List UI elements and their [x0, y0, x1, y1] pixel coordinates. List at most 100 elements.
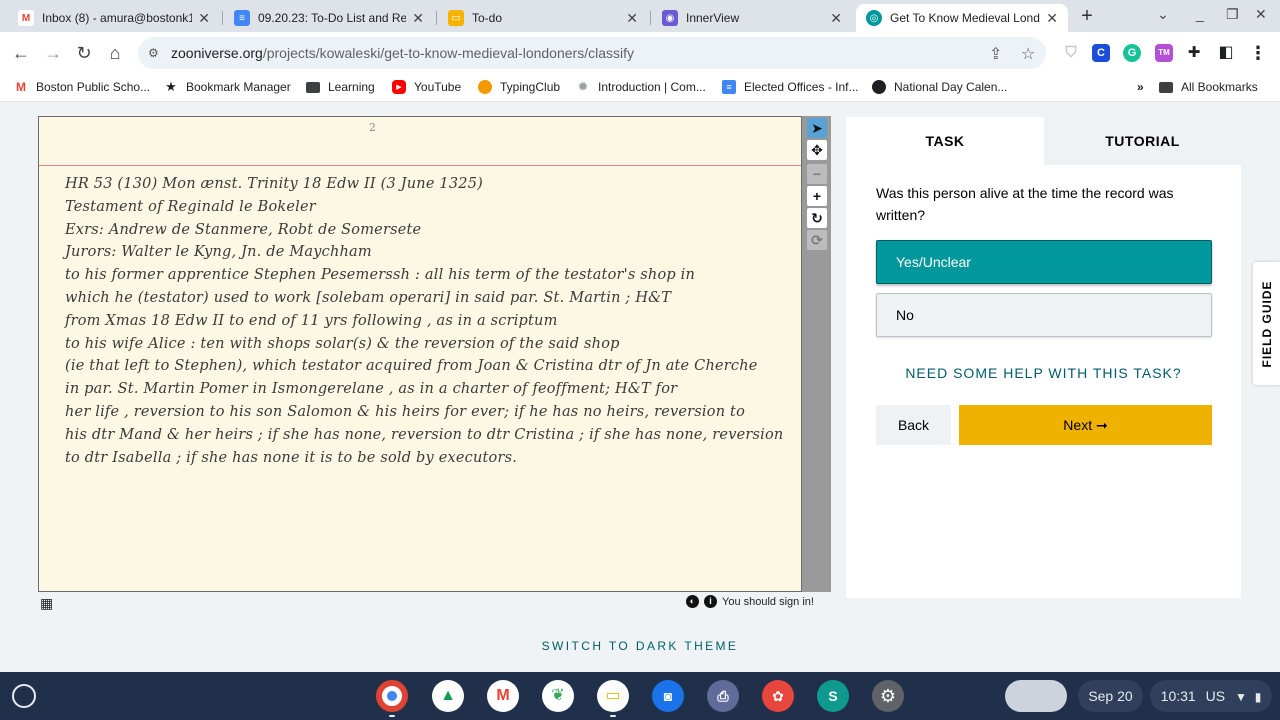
pan-tool-icon[interactable]: ✥ [807, 140, 827, 160]
home-icon[interactable]: ⌂ [103, 41, 127, 65]
handwritten-transcript: HR 53 (130) Mon ænst. Trinity 18 Edw II … [65, 173, 795, 469]
dark-theme-label[interactable]: SWITCH TO DARK THEME [542, 639, 739, 653]
bookmark-boston-public-schools[interactable]: M Boston Public Scho... [14, 80, 150, 94]
youtube-icon: ▶ [392, 80, 406, 94]
tray-date[interactable]: Sep 20 [1078, 680, 1143, 712]
minimize-icon[interactable]: _ [1196, 6, 1204, 22]
field-guide-label: FIELD GUIDE [1259, 279, 1274, 368]
google-drive-icon[interactable]: ▲ [432, 680, 464, 712]
settings-icon[interactable]: ⚙ [872, 680, 904, 712]
bookmarks-overflow-icon[interactable]: » [1137, 80, 1144, 94]
next-button[interactable]: Next ➞ [959, 405, 1212, 445]
tab-separator [222, 11, 223, 25]
rotate-icon[interactable]: ↻ [807, 208, 827, 228]
tab-todo-list-doc[interactable]: ≡ 09.20.23: To-Do List and Re ✕ [224, 4, 434, 32]
running-indicator [389, 715, 395, 717]
tab-to-do[interactable]: ▭ To-do ✕ [438, 4, 648, 32]
tab-innerview[interactable]: ◉ InnerView ✕ [652, 4, 852, 32]
site-info-icon[interactable]: ⚙ [148, 46, 162, 60]
tab-close-icon[interactable]: ✕ [1046, 10, 1058, 27]
url-text: zooniverse.org/projects/kowaleski/get-to… [171, 45, 634, 61]
typingclub-icon [478, 80, 492, 94]
camera-icon[interactable]: ◙ [652, 680, 684, 712]
status-tray[interactable]: 10:31 US ▼ ▮ [1150, 680, 1272, 712]
tm-extension-icon[interactable]: TM [1155, 44, 1173, 62]
side-panel-icon[interactable]: ◧ [1217, 44, 1235, 62]
printer-icon[interactable]: ⎙ [707, 680, 739, 712]
shield-extension-icon[interactable]: ⛉ [1062, 44, 1080, 62]
answer-no[interactable]: No [876, 293, 1212, 337]
new-tab-button[interactable]: + [1077, 6, 1097, 26]
tab-close-icon[interactable]: ✕ [198, 10, 210, 27]
info-icon[interactable]: i [704, 595, 717, 608]
gmail-icon[interactable]: M [487, 680, 519, 712]
task-help-link[interactable]: NEED SOME HELP WITH THIS TASK? [846, 365, 1241, 381]
bookmark-label: All Bookmarks [1181, 80, 1258, 94]
extensions-puzzle-icon[interactable]: ✚ [1185, 44, 1203, 62]
running-indicator [610, 715, 616, 717]
bookmark-typingclub[interactable]: TypingClub [478, 80, 560, 94]
task-tabs: TASK TUTORIAL [846, 117, 1241, 165]
battery-icon: ▮ [1254, 690, 1262, 704]
bookmark-bookmark-manager[interactable]: ★ Bookmark Manager [164, 79, 291, 94]
gmail-icon: M [14, 80, 28, 94]
pointer-tool-icon[interactable]: ➤ [807, 118, 827, 138]
bookmark-introduction[interactable]: ✹ Introduction | Com... [576, 79, 706, 94]
tab-separator [650, 11, 651, 25]
tab-search-icon[interactable]: ⌄ [1157, 6, 1169, 23]
subject-image[interactable]: 2 HR 53 (130) Mon ænst. Trinity 18 Edw I… [38, 116, 802, 592]
address-bar[interactable]: ⚙ zooniverse.org/projects/kowaleski/get-… [138, 37, 1046, 69]
slides-icon: ▭ [448, 10, 464, 26]
sign-in-notice[interactable]: ◐ i You should sign in! [686, 595, 814, 608]
close-window-icon[interactable]: ✕ [1255, 6, 1267, 23]
share-icon[interactable]: ⇪ [989, 44, 1002, 64]
tab-title: Get To Know Medieval Lond [890, 11, 1040, 25]
tab-close-icon[interactable]: ✕ [412, 10, 424, 27]
tab-title: Inbox (8) - amura@bostonk12 [42, 11, 193, 25]
contrast-icon[interactable]: ◐ [686, 595, 699, 608]
bookmark-star-icon[interactable]: ☆ [1021, 44, 1035, 64]
tab-title: To-do [472, 11, 503, 25]
palette-icon[interactable]: ✿ [762, 680, 794, 712]
bookmark-all-bookmarks[interactable]: All Bookmarks [1159, 80, 1258, 94]
back-icon[interactable]: ← [9, 41, 33, 65]
tab-tutorial[interactable]: TUTORIAL [1044, 117, 1241, 165]
url-host: zooniverse.org [171, 45, 263, 61]
tab-close-icon[interactable]: ✕ [626, 10, 638, 27]
google-slides-icon[interactable]: ▭ [597, 680, 629, 712]
sway-icon[interactable]: S [817, 680, 849, 712]
bookmark-label: National Day Calen... [894, 80, 1008, 94]
folder-icon [1159, 81, 1173, 93]
zoom-out-icon[interactable]: − [807, 164, 827, 184]
tab-gmail-inbox[interactable]: M Inbox (8) - amura@bostonk12 ✕ [8, 4, 220, 32]
transcript-line: to dtr Isabella ; if she has none it is … [65, 449, 518, 466]
bookmark-folder-learning[interactable]: Learning [306, 80, 375, 94]
holding-space-icon[interactable] [1005, 680, 1067, 712]
field-guide-button[interactable]: FIELD GUIDE [1253, 262, 1280, 385]
zoom-in-icon[interactable]: + [807, 186, 827, 206]
transcript-line: (ie that left to Stephen), which testato… [65, 358, 758, 375]
chrome-icon[interactable] [376, 680, 408, 712]
tab-medieval-londoners[interactable]: ◎ Get To Know Medieval Lond ✕ [856, 4, 1068, 32]
reset-view-icon[interactable]: ⟳ [807, 230, 827, 250]
card-page-number: 2 [369, 121, 376, 134]
forward-icon[interactable]: → [41, 41, 65, 65]
google-classroom-icon[interactable]: ❦ [542, 680, 574, 712]
c-extension-icon[interactable]: C [1092, 44, 1110, 62]
tab-task[interactable]: TASK [846, 117, 1044, 165]
image-viewer-toolbar: ➤ ✥ − + ↻ ⟳ [802, 116, 831, 592]
bookmark-elected-offices[interactable]: ≡ Elected Offices - Inf... [722, 80, 859, 94]
launcher-icon[interactable] [12, 684, 36, 708]
back-button[interactable]: Back [876, 405, 951, 445]
grammarly-extension-icon[interactable]: G [1123, 44, 1141, 62]
tab-close-icon[interactable]: ✕ [830, 10, 842, 27]
star-icon: ★ [165, 79, 177, 94]
bookmark-youtube[interactable]: ▶ YouTube [392, 80, 461, 94]
answer-yes-unclear[interactable]: Yes/Unclear [876, 240, 1212, 284]
switch-dark-theme-link[interactable]: SWITCH TO DARK THEME [0, 639, 1280, 653]
bookmark-national-day-calendar[interactable]: National Day Calen... [872, 80, 1007, 94]
film-strip-icon[interactable]: ▦ [40, 595, 53, 612]
reload-icon[interactable]: ↻ [72, 41, 96, 65]
restore-icon[interactable]: ❐ [1226, 6, 1239, 23]
browser-menu-icon[interactable]: ⋮ [1249, 44, 1267, 62]
